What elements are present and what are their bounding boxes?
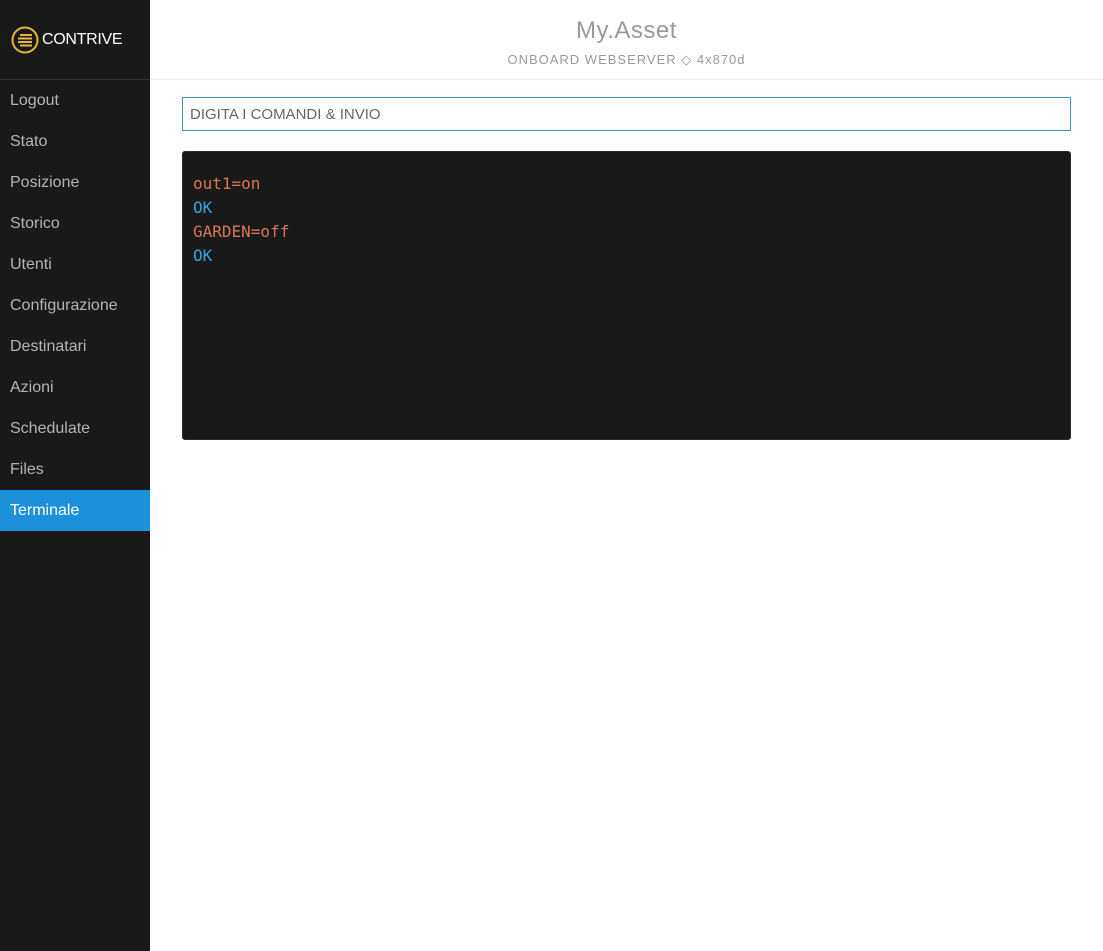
terminal-output: out1=on OK GARDEN=off OK (182, 151, 1071, 440)
sidebar-item-terminale[interactable]: Terminale (0, 490, 150, 531)
sidebar-item-utenti[interactable]: Utenti (0, 244, 150, 285)
terminal-line: out1=on (193, 174, 261, 193)
sidebar-item-files[interactable]: Files (0, 449, 150, 490)
page-title: My.Asset (576, 17, 677, 44)
app: CONTRIVE Logout Stato Posizione Storico … (0, 0, 1103, 951)
terminal-line: GARDEN=off (193, 222, 290, 241)
sidebar-item-destinatari[interactable]: Destinatari (0, 326, 150, 367)
logo-text: CONTRIVE (42, 30, 123, 48)
sidebar-nav: Logout Stato Posizione Storico Utenti Co… (0, 80, 150, 531)
sidebar-item-storico[interactable]: Storico (0, 203, 150, 244)
contrive-logo-icon (11, 26, 39, 53)
sidebar-item-logout[interactable]: Logout (0, 80, 150, 121)
sidebar-item-azioni[interactable]: Azioni (0, 367, 150, 408)
sidebar-item-stato[interactable]: Stato (0, 121, 150, 162)
page-subtitle: ONBOARD WEBSERVER ◇ 4x870d (507, 52, 746, 67)
logo[interactable]: CONTRIVE (0, 0, 150, 80)
terminal-line: OK (193, 246, 213, 265)
sidebar: CONTRIVE Logout Stato Posizione Storico … (0, 0, 150, 951)
sidebar-item-schedulate[interactable]: Schedulate (0, 408, 150, 449)
page-header: My.Asset ONBOARD WEBSERVER ◇ 4x870d (150, 0, 1103, 80)
sidebar-item-posizione[interactable]: Posizione (0, 162, 150, 203)
sidebar-item-configurazione[interactable]: Configurazione (0, 285, 150, 326)
command-input[interactable] (182, 97, 1071, 131)
terminal-line: OK (193, 198, 213, 217)
